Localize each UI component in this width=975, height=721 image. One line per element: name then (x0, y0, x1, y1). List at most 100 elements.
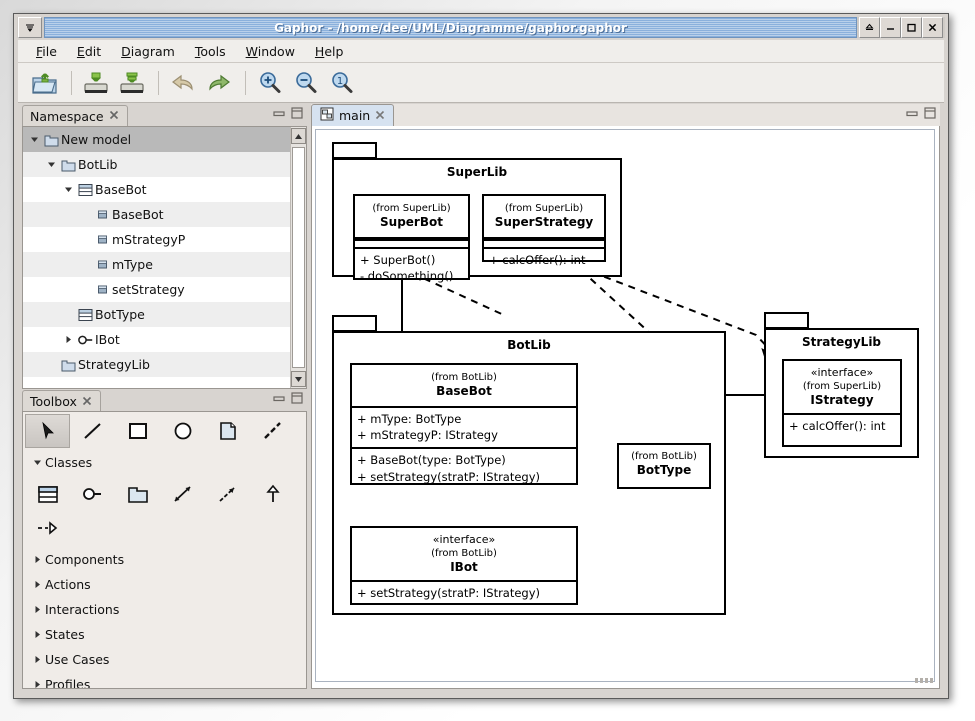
maximize-icon[interactable] (291, 389, 303, 408)
close-icon[interactable] (82, 394, 92, 409)
package-superlib[interactable]: SuperLib (from SuperLib) SuperBot + Supe… (332, 142, 622, 283)
generalization-tool-icon[interactable] (250, 477, 295, 511)
toolbox-section-components[interactable]: Components (23, 547, 306, 572)
package-strategylib[interactable]: StrategyLib «interface» (from SuperLib) … (764, 312, 919, 458)
class-ibot-name: IBot (450, 559, 478, 574)
window-menu-icon[interactable] (18, 17, 42, 38)
toolbox-section-profiles[interactable]: Profiles (23, 672, 306, 688)
class-superstrategy-header: (from SuperLib) SuperStrategy (484, 196, 604, 239)
toolbox-section-label: Classes (45, 455, 93, 470)
tree-item-ibot[interactable]: IBot (23, 327, 290, 352)
toolbox-section-states[interactable]: States (23, 622, 306, 647)
toolbox-section-use-cases[interactable]: Use Cases (23, 647, 306, 672)
open-icon[interactable] (28, 67, 62, 99)
class-superbot-attributes (355, 238, 468, 247)
shade-button[interactable] (859, 17, 880, 38)
toolbox-section-classes[interactable]: Classes (23, 450, 306, 475)
menu-edit[interactable]: Edit (67, 42, 111, 61)
tree-item-basebot[interactable]: BaseBot (23, 177, 290, 202)
tree-item-setstrategy[interactable]: setStrategy (23, 277, 290, 302)
package-superlib-tab (332, 142, 377, 159)
toolbox-tab[interactable]: Toolbox (22, 390, 101, 411)
diagram-canvas[interactable]: SuperLib (from SuperLib) SuperBot + Supe… (311, 126, 940, 689)
minimize-icon[interactable] (906, 104, 918, 123)
namespace-tree[interactable]: New model BotLib BaseBot BaseBot mStrategyP m… (23, 127, 290, 388)
chevron-down-icon (29, 459, 45, 466)
menu-diagram[interactable]: Diagram (111, 42, 185, 61)
zoom-in-icon[interactable] (253, 67, 287, 99)
association-tool-icon[interactable] (160, 477, 205, 511)
tree-item-mtype[interactable]: mType (23, 252, 290, 277)
tree-item-basebot[interactable]: BaseBot (23, 202, 290, 227)
class-ibot-header: «interface» (from BotLib) IBot (352, 528, 576, 583)
chevron-right-icon (29, 680, 45, 688)
menu-file[interactable]: File (26, 42, 67, 61)
class-superbot[interactable]: (from SuperLib) SuperBot + SuperBot() - … (353, 194, 470, 283)
menu-window[interactable]: Window (236, 42, 305, 61)
tree-item-new-model[interactable]: New model (23, 127, 290, 152)
tab-main[interactable]: main (311, 104, 395, 126)
class-ibot-stereotype: «interface» (432, 533, 496, 546)
chevron-right-icon (29, 580, 45, 589)
diagram-viewport[interactable]: SuperLib (from SuperLib) SuperBot + Supe… (315, 129, 935, 682)
toolbox-section-interactions[interactable]: Interactions (23, 597, 306, 622)
chevron-right-icon[interactable] (61, 335, 75, 344)
minimize-button[interactable] (880, 17, 901, 38)
box-tool-icon[interactable] (115, 414, 160, 448)
maximize-icon[interactable] (924, 104, 936, 123)
ellipse-tool-icon[interactable] (160, 414, 205, 448)
chevron-down-icon[interactable] (27, 136, 41, 143)
scroll-thumb[interactable] (292, 147, 305, 368)
comment-tool-icon[interactable] (205, 414, 250, 448)
menu-diagram-mnemonic: D (121, 43, 131, 59)
namespace-tab[interactable]: Namespace (22, 105, 128, 126)
package-botlib[interactable]: BotLib (from BotLib) BaseBot + mType: Bo… (332, 315, 726, 615)
comment-line-tool-icon[interactable] (250, 414, 295, 448)
chevron-down-icon[interactable] (44, 161, 58, 168)
menu-help[interactable]: Help (305, 42, 354, 61)
zoom-out-icon[interactable] (289, 67, 323, 99)
toolbox-section-label: Actions (45, 577, 91, 592)
scroll-up-button[interactable] (291, 128, 306, 144)
pointer-tool-icon[interactable] (25, 414, 70, 448)
class-tool-icon[interactable] (25, 477, 70, 511)
maximize-icon[interactable] (291, 104, 303, 123)
zoom-100-icon[interactable]: 1 (325, 67, 359, 99)
class-bottype[interactable]: (from BotLib) BotType (617, 443, 711, 489)
tree-item-bottype[interactable]: BotType (23, 302, 290, 327)
close-button[interactable] (922, 17, 943, 38)
undo-icon[interactable] (166, 67, 200, 99)
class-basebot-operations: + BaseBot(type: BotType) + setStrategy(s… (352, 446, 576, 488)
toolbox-section-actions[interactable]: Actions (23, 572, 306, 597)
class-superstrategy[interactable]: (from SuperLib) SuperStrategy + calcOffe… (482, 194, 606, 267)
package-tool-icon[interactable] (115, 477, 160, 511)
save-as-icon[interactable] (115, 67, 149, 99)
scroll-down-button[interactable] (291, 371, 306, 387)
close-icon[interactable] (109, 110, 119, 123)
tree-item-mstrategyp[interactable]: mStrategyP (23, 227, 290, 252)
namespace-scrollbar[interactable] (290, 127, 306, 388)
class-basebot[interactable]: (from BotLib) BaseBot + mType: BotType +… (350, 363, 578, 485)
menu-tools[interactable]: Tools (185, 42, 236, 61)
tree-item-botlib[interactable]: BotLib (23, 152, 290, 177)
maximize-button[interactable] (901, 17, 922, 38)
screen: Gaphor - /home/dee/UML/Diagramme/gaphor.… (0, 0, 975, 721)
toolbox-class-tools (23, 475, 306, 547)
class-istrategy[interactable]: «interface» (from SuperLib) IStrategy + … (782, 359, 902, 447)
resize-grip[interactable] (915, 678, 933, 684)
tree-item-strategylib[interactable]: StrategyLib (23, 352, 290, 377)
class-ibot[interactable]: «interface» (from BotLib) IBot + setStra… (350, 526, 578, 605)
interface-tool-icon[interactable] (70, 477, 115, 511)
implementation-tool-icon[interactable] (25, 511, 70, 545)
line-tool-icon[interactable] (70, 414, 115, 448)
chevron-down-icon[interactable] (61, 186, 75, 193)
close-icon[interactable] (375, 108, 385, 123)
dependency-tool-icon[interactable] (205, 477, 250, 511)
class-istrategy-operations: + calcOffer(): int (784, 415, 900, 438)
menu-window-label: indow (257, 43, 295, 59)
save-icon[interactable] (79, 67, 113, 99)
redo-icon[interactable] (202, 67, 236, 99)
toolbox-panel-buttons (273, 389, 303, 408)
minimize-icon[interactable] (273, 389, 285, 408)
minimize-icon[interactable] (273, 104, 285, 123)
